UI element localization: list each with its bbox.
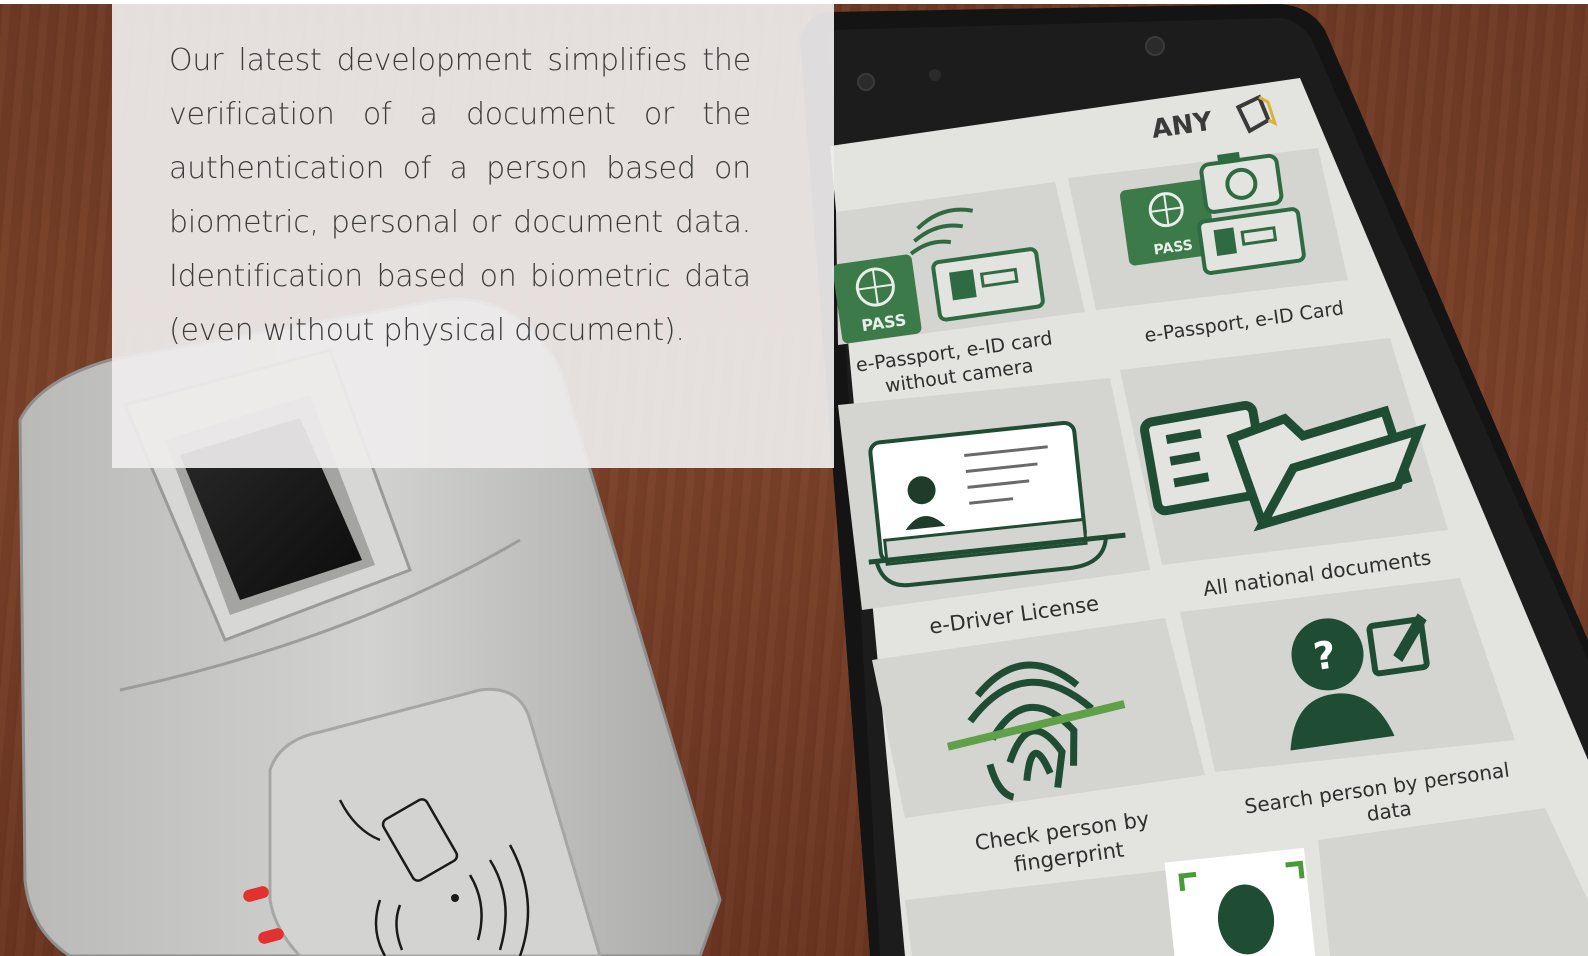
tile-label-person-search-line2: data [1365, 796, 1413, 826]
tile-label-epassport[interactable]: e-Passport, e-ID Card [1143, 297, 1345, 347]
brand-logo-icon [1235, 94, 1278, 134]
brand-logo-text: ANY [1150, 107, 1215, 145]
intro-text-panel: Our latest development simplifies the ve… [112, 4, 834, 468]
intro-paragraph: Our latest development simplifies the ve… [169, 43, 751, 348]
face-scan-icon [1164, 847, 1316, 956]
passport-camera-icon: PASS [1119, 151, 1306, 275]
